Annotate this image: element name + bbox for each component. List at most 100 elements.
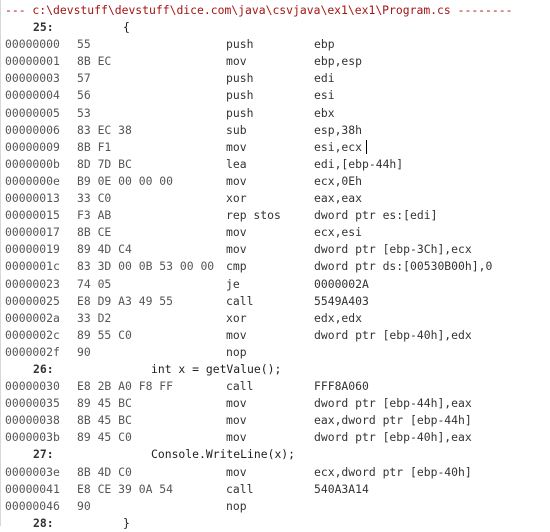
- instruction-mnemonic: mov: [226, 173, 247, 188]
- asm-instruction-row[interactable]: 00000019 89 4D C4 mov dword ptr [ebp-3Ch],e…: [1, 241, 550, 258]
- instruction-mnemonic: mov: [226, 413, 247, 428]
- instruction-address: 0000003e: [5, 464, 60, 479]
- instruction-operands: dword ptr ds:[00530B00h],0: [314, 259, 493, 274]
- instruction-mnemonic: xor: [226, 191, 247, 206]
- instruction-mnemonic: mov: [226, 327, 247, 342]
- asm-instruction-row[interactable]: 00000006 83 EC 38 sub esp,38h: [1, 122, 550, 139]
- asm-instruction-row[interactable]: 0000002a 33 D2 xor edx,edx: [1, 310, 550, 327]
- instruction-address: 00000009: [5, 139, 60, 154]
- asm-instruction-row[interactable]: 0000002f 90 nop: [1, 344, 550, 361]
- asm-instruction-row[interactable]: 00000000 55 push ebp: [1, 36, 550, 53]
- instruction-bytes: E8 D9 A3 49 55: [77, 293, 174, 308]
- instruction-operands: dword ptr [ebp-40h],edx: [314, 327, 472, 342]
- instruction-operands: edi,[ebp-44h]: [314, 156, 404, 171]
- instruction-mnemonic: cmp: [226, 259, 247, 274]
- instruction-operands: esp,38h: [314, 122, 363, 137]
- instruction-address: 00000003: [5, 71, 60, 86]
- instruction-address: 00000006: [5, 122, 60, 137]
- asm-instruction-row[interactable]: 00000023 74 05 je 0000002A: [1, 276, 550, 293]
- instruction-bytes: 8B CE: [77, 225, 112, 240]
- instruction-operands: ecx,esi: [314, 225, 363, 240]
- instruction-operands: 5549A403: [314, 293, 369, 308]
- text-cursor: [366, 140, 368, 155]
- asm-instruction-row[interactable]: 00000041 E8 CE 39 0A 54 call 540A3A14: [1, 481, 550, 498]
- instruction-operands: ebp: [314, 37, 335, 52]
- source-line[interactable]: 28:}: [1, 515, 550, 532]
- instruction-address: 0000001c: [5, 259, 60, 274]
- instruction-bytes: 89 45 BC: [77, 396, 132, 411]
- instruction-bytes: 83 3D 00 0B 53 00 00: [77, 259, 215, 274]
- instruction-bytes: 8B EC: [77, 54, 112, 69]
- instruction-operands: edi: [314, 71, 335, 86]
- instruction-mnemonic: mov: [226, 464, 247, 479]
- instruction-mnemonic: call: [226, 481, 254, 496]
- source-line[interactable]: 27: Console.WriteLine(x);: [1, 446, 550, 463]
- instruction-address: 00000030: [5, 379, 60, 394]
- asm-instruction-row[interactable]: 0000001c 83 3D 00 0B 53 00 00 cmp dword ptr…: [1, 258, 550, 275]
- asm-instruction-row[interactable]: 00000030 E8 2B A0 F8 FF call FFF8A060: [1, 378, 550, 395]
- instruction-mnemonic: call: [226, 293, 254, 308]
- source-line-number: 25:: [33, 20, 54, 35]
- instruction-address: 00000035: [5, 396, 60, 411]
- asm-instruction-row[interactable]: 0000000b 8D 7D BC lea edi,[ebp-44h]: [1, 156, 550, 173]
- asm-instruction-row[interactable]: 00000001 8B EC mov ebp,esp: [1, 53, 550, 70]
- disassembly-window[interactable]: --- c:\devstuff\devstuff\dice.com\java\c…: [0, 0, 550, 530]
- asm-instruction-row[interactable]: 00000013 33 C0 xor eax,eax: [1, 190, 550, 207]
- asm-instruction-row[interactable]: 0000000e B9 0E 00 00 00 mov ecx,0Eh: [1, 173, 550, 190]
- instruction-operands: esi: [314, 88, 335, 103]
- instruction-bytes: 53: [77, 105, 91, 120]
- instruction-bytes: 8D 7D BC: [77, 156, 132, 171]
- asm-instruction-row[interactable]: 0000002c 89 55 C0 mov dword ptr [ebp-40h],e…: [1, 327, 550, 344]
- instruction-address: 00000041: [5, 481, 60, 496]
- asm-instruction-row[interactable]: 00000046 90 nop: [1, 498, 550, 515]
- asm-instruction-row[interactable]: 0000003b 89 45 C0 mov dword ptr [ebp-40h],e…: [1, 429, 550, 446]
- instruction-mnemonic: mov: [226, 139, 247, 154]
- source-code: }: [123, 515, 130, 530]
- source-line-number: 27:: [33, 447, 54, 462]
- instruction-operands: ebx: [314, 105, 335, 120]
- instruction-operands: dword ptr es:[edi]: [314, 208, 438, 223]
- source-file-header: --- c:\devstuff\devstuff\dice.com\java\c…: [5, 3, 513, 17]
- instruction-mnemonic: mov: [226, 225, 247, 240]
- instruction-address: 00000038: [5, 413, 60, 428]
- instruction-operands: 540A3A14: [314, 481, 369, 496]
- asm-instruction-row[interactable]: 00000017 8B CE mov ecx,esi: [1, 224, 550, 241]
- source-code: {: [123, 20, 130, 35]
- instruction-bytes: 90: [77, 498, 91, 513]
- instruction-bytes: 90: [77, 344, 91, 359]
- asm-instruction-row[interactable]: 00000005 53 push ebx: [1, 105, 550, 122]
- instruction-address: 0000000e: [5, 173, 60, 188]
- instruction-bytes: 74 05: [77, 276, 112, 291]
- instruction-mnemonic: mov: [226, 396, 247, 411]
- instruction-address: 00000046: [5, 498, 60, 513]
- asm-instruction-row[interactable]: 00000004 56 push esi: [1, 87, 550, 104]
- asm-instruction-row[interactable]: 00000035 89 45 BC mov dword ptr [ebp-44h],e…: [1, 395, 550, 412]
- instruction-address: 00000019: [5, 242, 60, 257]
- instruction-bytes: 8B 4D C0: [77, 464, 132, 479]
- source-line-number: 26:: [33, 361, 54, 376]
- instruction-operands: dword ptr [ebp-3Ch],ecx: [314, 242, 472, 257]
- source-line[interactable]: 25: {: [1, 19, 550, 36]
- instruction-bytes: B9 0E 00 00 00: [77, 173, 174, 188]
- instruction-address: 00000015: [5, 208, 60, 223]
- instruction-operands: 0000002A: [314, 276, 369, 291]
- asm-instruction-row[interactable]: 00000038 8B 45 BC mov eax,dword ptr [ebp-44…: [1, 412, 550, 429]
- asm-instruction-row[interactable]: 00000003 57 push edi: [1, 70, 550, 87]
- instruction-address: 00000017: [5, 225, 60, 240]
- instruction-mnemonic: push: [226, 37, 254, 52]
- asm-instruction-row[interactable]: 0000003e 8B 4D C0 mov ecx,dword ptr [ebp-40…: [1, 464, 550, 481]
- instruction-address: 0000003b: [5, 430, 60, 445]
- asm-instruction-row[interactable]: 00000015 F3 AB rep stos dword ptr es:[edi]: [1, 207, 550, 224]
- instruction-mnemonic: push: [226, 88, 254, 103]
- instruction-address: 0000002c: [5, 327, 60, 342]
- source-line[interactable]: 26: int x = getValue();: [1, 361, 550, 378]
- instruction-operands: edx,edx: [314, 310, 363, 325]
- instruction-mnemonic: lea: [226, 156, 247, 171]
- instruction-bytes: 57: [77, 71, 91, 86]
- instruction-mnemonic: call: [226, 379, 254, 394]
- instruction-bytes: F3 AB: [77, 208, 112, 223]
- instruction-mnemonic: mov: [226, 242, 247, 257]
- asm-instruction-row[interactable]: 00000009 8B F1 mov esi,ecx: [1, 139, 550, 156]
- instruction-mnemonic: rep stos: [226, 208, 281, 223]
- asm-instruction-row[interactable]: 00000025 E8 D9 A3 49 55 call 5549A403: [1, 293, 550, 310]
